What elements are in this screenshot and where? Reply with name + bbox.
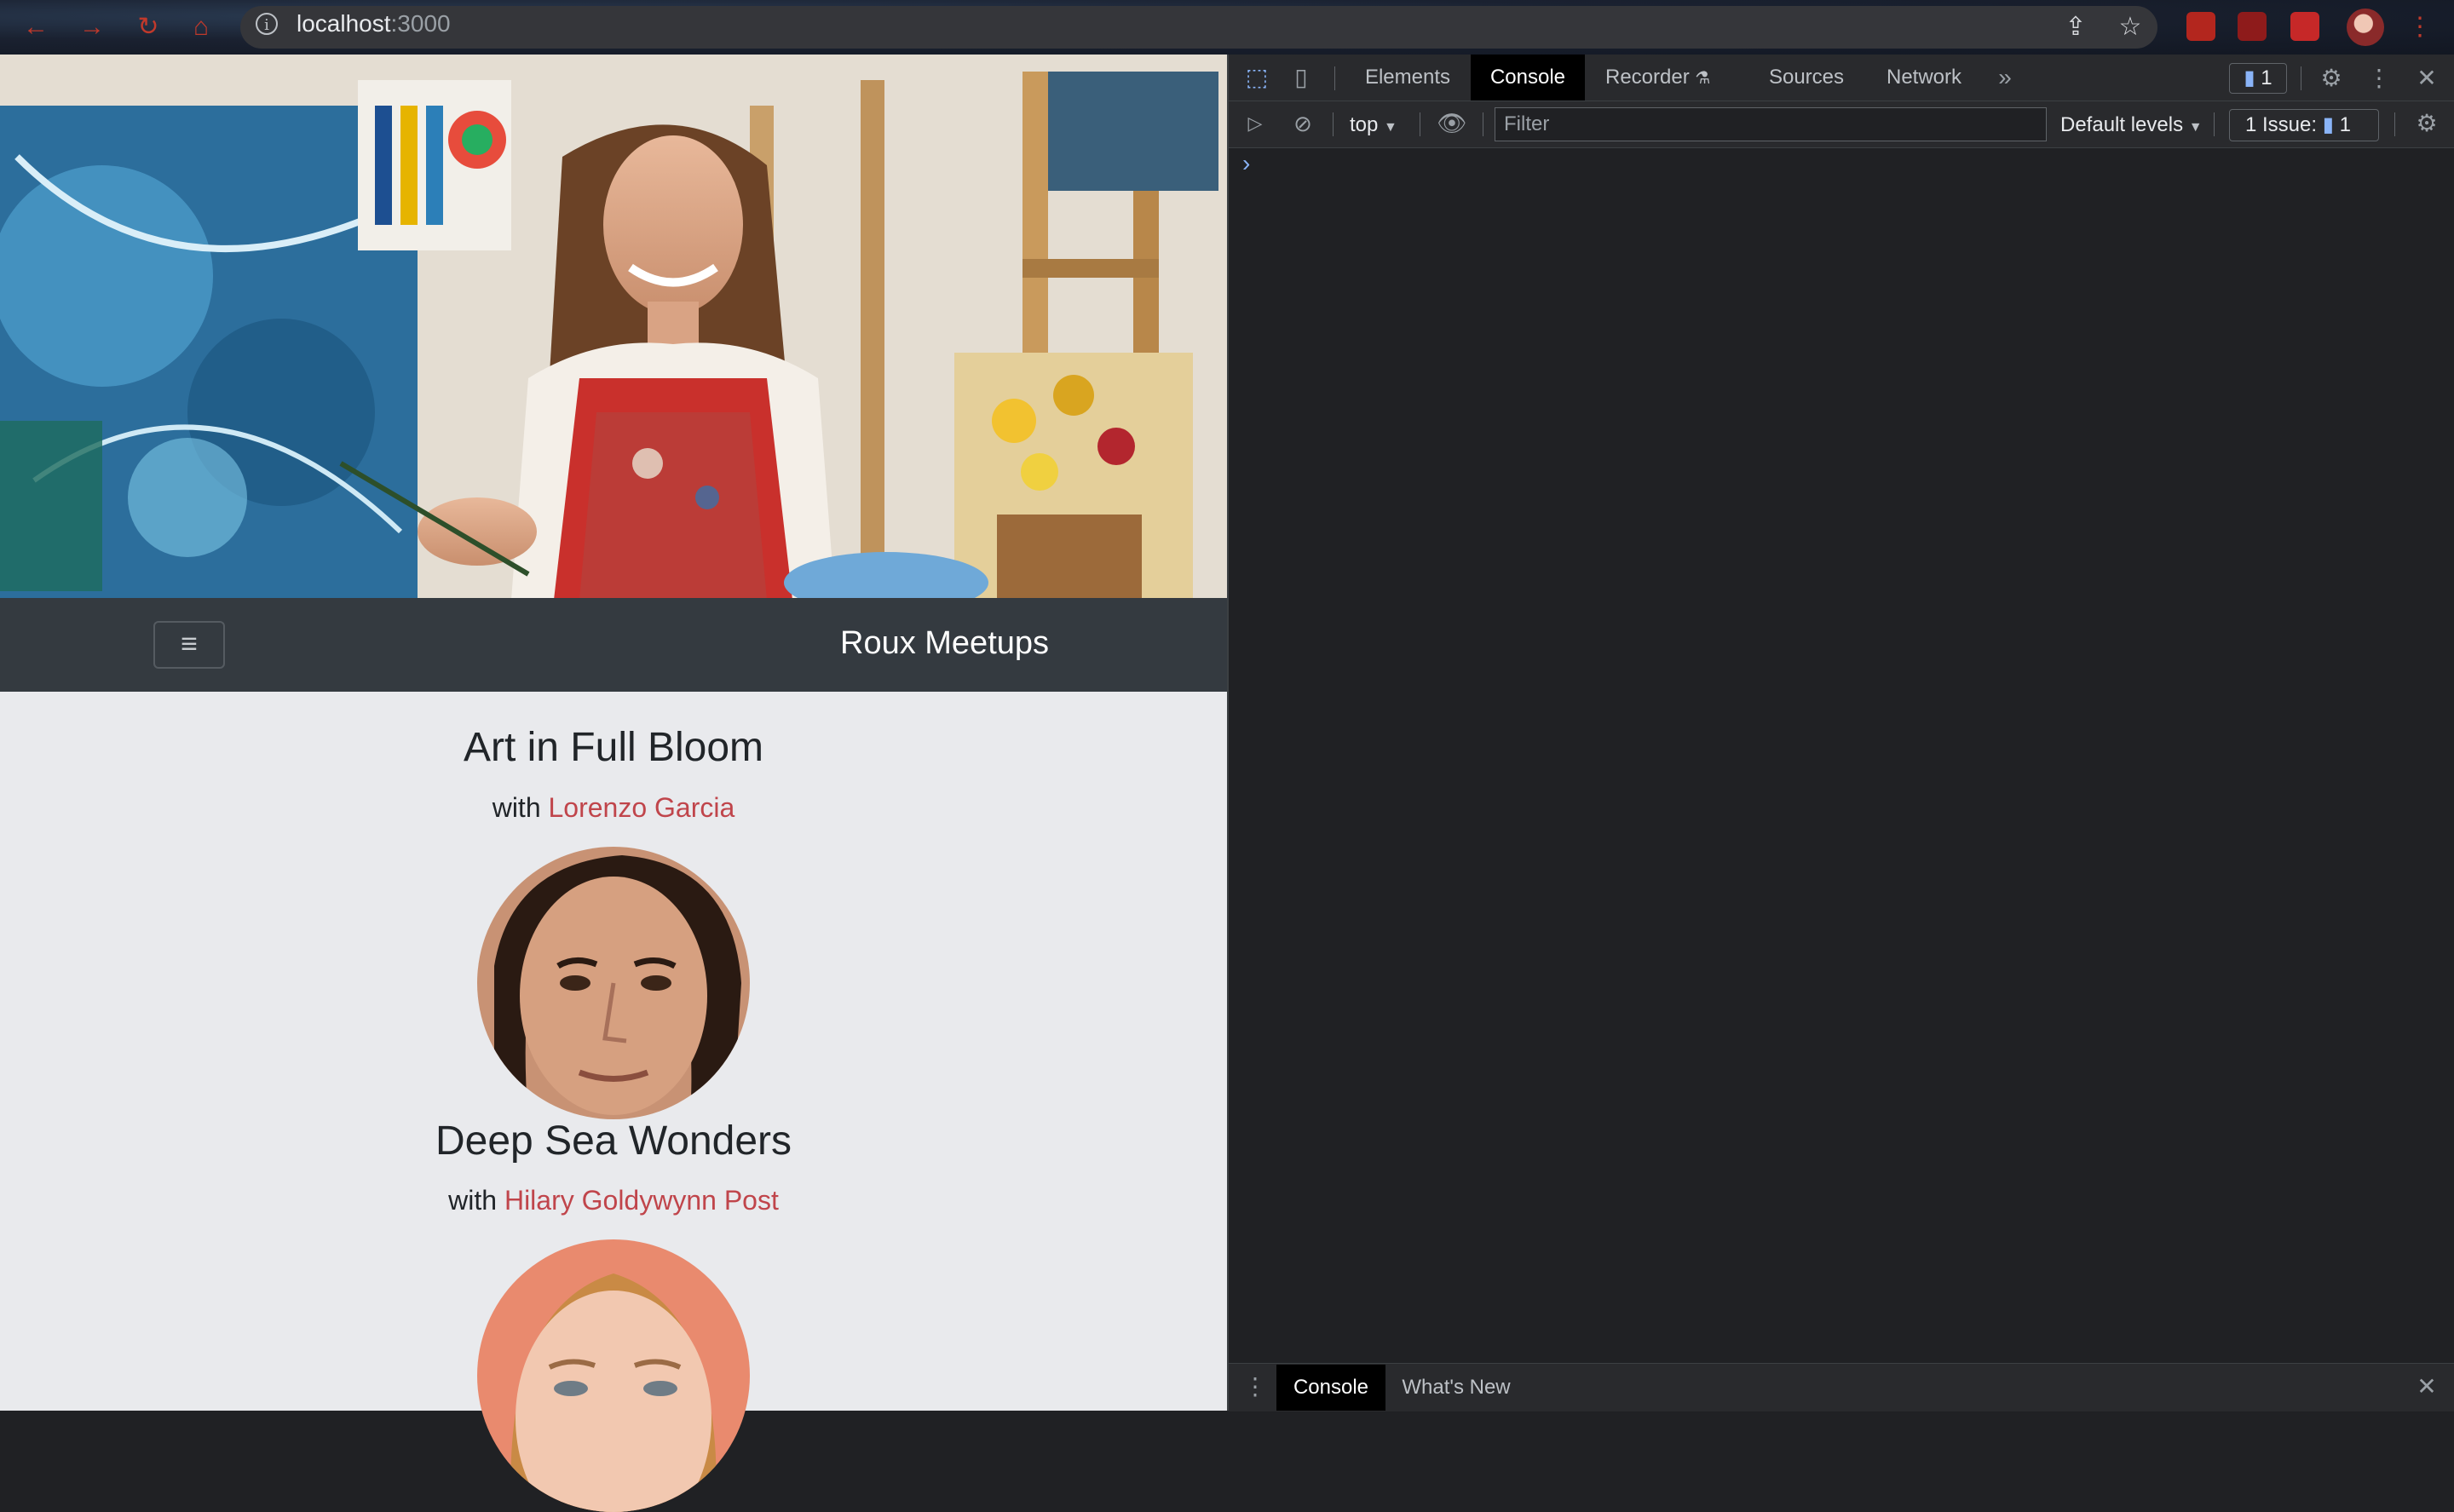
extension-icon[interactable]	[2186, 12, 2215, 41]
tab-sources[interactable]: Sources	[1759, 55, 1854, 101]
reload-icon[interactable]: ↻	[133, 12, 164, 43]
share-icon[interactable]: ⇪	[2059, 10, 2093, 44]
caret-down-icon: ▼	[1384, 120, 1397, 135]
divider	[1333, 112, 1334, 136]
message-icon: ▮	[2244, 66, 2255, 89]
tab-network[interactable]: Network	[1875, 55, 1973, 101]
issues-badge-count: 1	[2261, 66, 2273, 89]
issues-counter-button[interactable]: 1 Issue: ▮ 1	[2229, 109, 2379, 141]
divider	[2394, 112, 2395, 136]
with-label: with	[448, 1185, 498, 1216]
context-selector[interactable]: top ▼	[1350, 111, 1397, 142]
log-levels-dropdown[interactable]: Default levels ▼	[2060, 111, 2203, 142]
address-bar[interactable]	[240, 6, 2157, 49]
hero-image	[0, 55, 1227, 598]
drawer-tab-whats-new[interactable]: What's New	[1394, 1365, 1518, 1411]
host-portrait	[477, 847, 750, 1119]
device-toolbar-icon[interactable]: ▯	[1287, 63, 1316, 92]
hamburger-menu-button[interactable]: ≡	[153, 621, 225, 669]
meetup-host-line: with Hilary Goldywynn Post	[0, 1185, 1227, 1216]
live-expression-eye-icon[interactable]: 👁	[1435, 109, 1469, 138]
close-drawer-icon[interactable]: ✕	[2410, 1371, 2444, 1402]
close-devtools-icon[interactable]: ✕	[2410, 61, 2444, 95]
issues-badge[interactable]: ▮ 1	[2229, 63, 2287, 94]
tab-elements[interactable]: Elements	[1351, 55, 1464, 101]
drawer-tab-console[interactable]: Console	[1276, 1365, 1385, 1411]
url-text[interactable]: localhost:3000	[297, 10, 451, 37]
kebab-menu-icon[interactable]: ⋮	[2362, 61, 2396, 95]
host-portrait	[477, 1239, 750, 1512]
back-icon[interactable]: ←	[20, 12, 51, 43]
issues-label: 1 Issue:	[2245, 113, 2318, 136]
tab-console[interactable]: Console	[1471, 55, 1585, 101]
meetup-title: Art in Full Bloom	[463, 725, 764, 770]
extension-icon[interactable]	[2238, 12, 2267, 41]
host-link[interactable]: Hilary Goldywynn Post	[504, 1185, 779, 1216]
divider	[2214, 112, 2215, 136]
context-label: top	[1350, 113, 1379, 136]
with-label: with	[492, 792, 541, 823]
console-filter-input[interactable]: Filter	[1495, 107, 2047, 141]
clear-console-icon[interactable]: ⊘	[1288, 109, 1317, 138]
drawer-menu-icon[interactable]: ⋮	[1242, 1371, 1268, 1402]
divider	[1334, 66, 1335, 90]
flask-icon: ⚗	[1695, 69, 1711, 88]
meetup-host-line: with Lorenzo Garcia	[0, 792, 1227, 824]
inspect-element-icon[interactable]: ⬚	[1242, 63, 1271, 92]
settings-gear-icon[interactable]: ⚙	[2314, 61, 2348, 95]
issues-label-count: 1	[2339, 113, 2351, 136]
sidebar-toggle-icon[interactable]: ▷	[1241, 109, 1270, 138]
console-prompt[interactable]: ›	[1242, 150, 1250, 177]
caret-down-icon: ▼	[2188, 120, 2203, 135]
message-icon: ▮	[2322, 113, 2334, 136]
site-brand[interactable]: Roux Meetups	[840, 625, 1049, 662]
browser-menu-icon[interactable]: ⋮	[2403, 10, 2437, 44]
console-settings-gear-icon[interactable]: ⚙	[2410, 109, 2444, 138]
more-tabs-icon[interactable]: »	[1992, 63, 2018, 92]
forward-icon[interactable]: →	[77, 12, 107, 43]
devtools-panel	[1227, 55, 2454, 1411]
home-icon[interactable]: ⌂	[186, 12, 216, 43]
host-link[interactable]: Lorenzo Garcia	[549, 792, 735, 823]
tab-recorder[interactable]: Recorder ⚗	[1595, 55, 1711, 101]
bookmark-star-icon[interactable]: ☆	[2113, 10, 2147, 44]
site-info-icon[interactable]: i	[256, 13, 278, 35]
meetup-title: Deep Sea Wonders	[435, 1118, 792, 1164]
extension-icon[interactable]	[2290, 12, 2319, 41]
tab-recorder-label: Recorder	[1605, 66, 1690, 89]
levels-label: Default levels	[2060, 113, 2184, 136]
profile-avatar[interactable]	[2347, 9, 2384, 46]
